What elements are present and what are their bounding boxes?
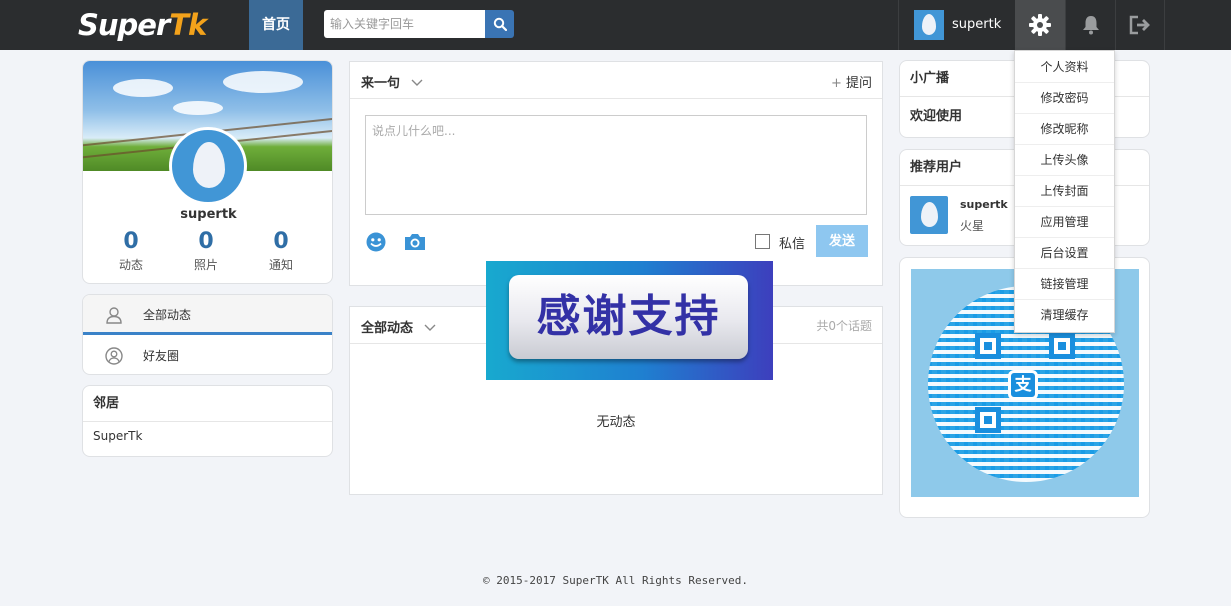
menu-item-app-management[interactable]: 应用管理 <box>1015 207 1114 238</box>
stat-value: 0 <box>273 229 289 254</box>
ask-label: 提问 <box>845 76 872 91</box>
user-circle-icon <box>105 347 123 365</box>
top-navbar: SuperTk 首页 supertk <box>0 0 1231 50</box>
logout-button[interactable] <box>1115 0 1165 50</box>
nav-user-menu[interactable]: supertk <box>898 0 1014 50</box>
user-icon <box>106 307 122 324</box>
nav-item-all-posts[interactable]: 全部动态 <box>83 295 332 335</box>
banner-plate: 感谢支持 <box>509 275 748 359</box>
stat-label: 动态 <box>118 258 143 272</box>
menu-item-upload-avatar[interactable]: 上传头像 <box>1015 145 1114 176</box>
post-composer: 来一句 + 提问 私信 发送 <box>349 61 883 286</box>
menu-item-clear-cache[interactable]: 清理缓存 <box>1015 300 1114 331</box>
private-message-label: 私信 <box>779 237 806 252</box>
search-button[interactable] <box>485 10 514 38</box>
nav-home-link[interactable]: 首页 <box>249 0 303 50</box>
feed-nav: 全部动态 好友圈 <box>82 294 333 375</box>
composer-header: 来一句 + 提问 <box>350 62 882 99</box>
composer-title-dropdown[interactable]: 来一句 <box>361 72 423 91</box>
footer-copyright: © 2015-2017 SuperTK All Rights Reserved. <box>483 574 748 587</box>
search-box <box>324 10 514 38</box>
menu-item-upload-cover[interactable]: 上传封面 <box>1015 176 1114 207</box>
stat-label: 照片 <box>193 258 218 272</box>
stat-photos[interactable]: 0 照片 <box>176 229 236 273</box>
private-message-checkbox[interactable] <box>755 234 770 249</box>
stat-value: 0 <box>123 229 139 254</box>
bell-icon <box>1082 16 1099 35</box>
nav-item-label: 全部动态 <box>143 308 192 322</box>
thanks-banner: 感谢支持 <box>486 261 773 380</box>
neighbors-panel: 邻居 SuperTk <box>82 385 333 457</box>
post-textarea[interactable] <box>365 115 867 215</box>
stat-posts[interactable]: 0 动态 <box>101 229 161 273</box>
menu-item-change-password[interactable]: 修改密码 <box>1015 83 1114 114</box>
stat-label: 通知 <box>268 258 293 272</box>
stat-notifications[interactable]: 0 通知 <box>251 229 311 273</box>
chevron-down-icon <box>424 324 436 331</box>
emoji-icon[interactable] <box>366 232 386 252</box>
settings-button[interactable] <box>1015 0 1065 50</box>
topic-count: 共0个话题 <box>816 319 872 333</box>
camera-icon[interactable] <box>404 232 426 251</box>
avatar[interactable] <box>910 196 948 234</box>
neighbor-link[interactable]: SuperTk <box>93 429 142 443</box>
search-icon <box>493 17 507 31</box>
panel-title: 邻居 <box>83 386 332 422</box>
search-input[interactable] <box>324 10 485 38</box>
ask-question-button[interactable]: + 提问 <box>831 72 872 91</box>
menu-item-admin-settings[interactable]: 后台设置 <box>1015 238 1114 269</box>
menu-item-link-management[interactable]: 链接管理 <box>1015 269 1114 300</box>
avatar <box>914 10 944 40</box>
logo-main: Super <box>78 8 170 42</box>
profile-username[interactable]: supertk <box>83 207 332 222</box>
empty-feed-message: 无动态 <box>596 415 636 430</box>
profile-card: supertk 0 动态 0 照片 0 通知 <box>82 60 333 284</box>
stat-value: 0 <box>198 229 214 254</box>
nav-username: supertk <box>952 17 1002 32</box>
notifications-button[interactable] <box>1065 0 1115 50</box>
composer-title: 来一句 <box>361 76 401 91</box>
feed-title: 全部动态 <box>361 321 414 336</box>
logo-accent: Tk <box>169 8 207 42</box>
qr-finder-mark <box>1049 333 1075 359</box>
nav-item-label: 好友圈 <box>143 349 180 363</box>
recommended-location: 火星 <box>960 219 985 233</box>
alipay-logo-icon: 支 <box>1008 370 1038 400</box>
logo[interactable]: SuperTk <box>78 6 207 44</box>
nav-item-friends[interactable]: 好友圈 <box>83 336 332 374</box>
menu-item-change-nickname[interactable]: 修改昵称 <box>1015 114 1114 145</box>
settings-dropdown-menu: 个人资料 修改密码 修改昵称 上传头像 上传封面 应用管理 后台设置 链接管理 … <box>1014 50 1115 333</box>
recommended-username[interactable]: supertk <box>960 198 1008 211</box>
feed-filter-dropdown[interactable]: 全部动态 <box>361 317 436 336</box>
gear-icon <box>1029 14 1051 36</box>
send-button[interactable]: 发送 <box>816 225 868 257</box>
plus-icon: + <box>830 76 846 91</box>
qr-finder-mark <box>975 333 1001 359</box>
menu-item-profile[interactable]: 个人资料 <box>1015 52 1114 83</box>
qr-finder-mark <box>975 407 1001 433</box>
avatar[interactable] <box>169 127 247 205</box>
banner-text: 感谢支持 <box>536 291 721 342</box>
logout-icon <box>1129 15 1150 35</box>
chevron-down-icon <box>411 79 423 86</box>
